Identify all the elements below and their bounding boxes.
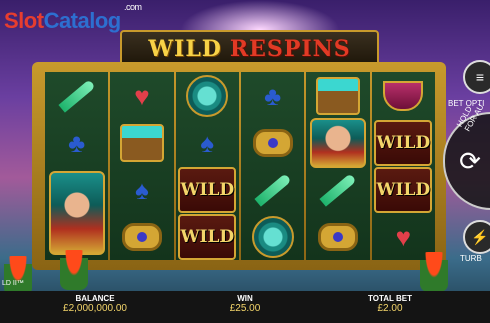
bet-options-button[interactable]: ≡ — [463, 60, 490, 94]
flower-decoration — [4, 256, 32, 296]
flower-decoration — [60, 250, 88, 290]
spade-symbol: ♠ — [200, 127, 215, 158]
reel-grid: ♣ ♥ ♠ ♠ WILD WILD ♣ WILD WILD ♥ — [45, 72, 435, 260]
autoplay-arrows-icon: ⟳ — [459, 145, 481, 176]
reel-4: ♣ — [240, 72, 305, 260]
chest-symbol — [310, 74, 366, 118]
disc-symbol — [179, 74, 235, 118]
reel-2: ♥ ♠ — [110, 72, 174, 260]
wild-symbol: WILD — [178, 213, 237, 260]
wild-symbol: WILD — [374, 119, 433, 166]
queen-symbol — [48, 171, 105, 255]
balance-display: BALANCE £2,000,000.00 — [50, 294, 140, 314]
flower-decoration — [420, 252, 448, 292]
total-bet-display: TOTAL BET £2.00 — [350, 294, 430, 314]
club-symbol: ♣ — [68, 127, 86, 158]
reel-3: ♠ WILD WILD — [175, 72, 239, 260]
total-bet-label: TOTAL BET — [368, 294, 412, 303]
turbo-label: TURB — [460, 254, 482, 263]
wild-symbol: WILD — [374, 166, 433, 213]
title-wild: WILD — [148, 36, 222, 62]
ring-symbol — [114, 215, 170, 259]
win-value: £25.00 — [229, 303, 261, 314]
disc-symbol — [245, 215, 301, 259]
ring-symbol — [245, 121, 301, 165]
reel-1: ♣ — [45, 72, 109, 260]
title-respins: RESPINS — [229, 36, 351, 62]
autoplay-button[interactable]: HOLD FOR AU ⟳ — [443, 103, 490, 210]
reel-6: WILD WILD ♥ — [371, 72, 435, 260]
lightning-icon: ⚡ — [471, 228, 489, 245]
reel-5 — [306, 72, 370, 260]
balance-label: BALANCE — [75, 294, 115, 303]
dagger-symbol — [310, 168, 366, 212]
heart-symbol: ♥ — [395, 221, 412, 252]
win-display: WIN £25.00 — [205, 294, 285, 314]
turbo-button[interactable]: ⚡ — [463, 220, 490, 254]
dagger-symbol — [245, 168, 301, 212]
coin-stack-icon: ≡ — [475, 69, 485, 85]
spade-symbol: ♠ — [135, 174, 149, 205]
game-name-fragment: LD II™ — [2, 280, 24, 287]
dagger-symbol — [49, 74, 105, 118]
autoplay-label: HOLD FOR AU — [455, 102, 486, 133]
club-symbol: ♣ — [264, 80, 282, 111]
total-bet-value: £2.00 — [377, 303, 403, 314]
slotcatalog-watermark: SlotCatalog .com — [4, 2, 142, 33]
wild-symbol: WILD — [178, 166, 237, 213]
queen-symbol — [309, 117, 366, 168]
heart-symbol: ♥ — [134, 80, 150, 111]
chest-symbol — [114, 121, 170, 165]
win-label: WIN — [237, 294, 253, 303]
bowl-symbol — [375, 74, 431, 118]
ring-symbol — [310, 215, 366, 259]
balance-value: £2,000,000.00 — [63, 303, 127, 314]
